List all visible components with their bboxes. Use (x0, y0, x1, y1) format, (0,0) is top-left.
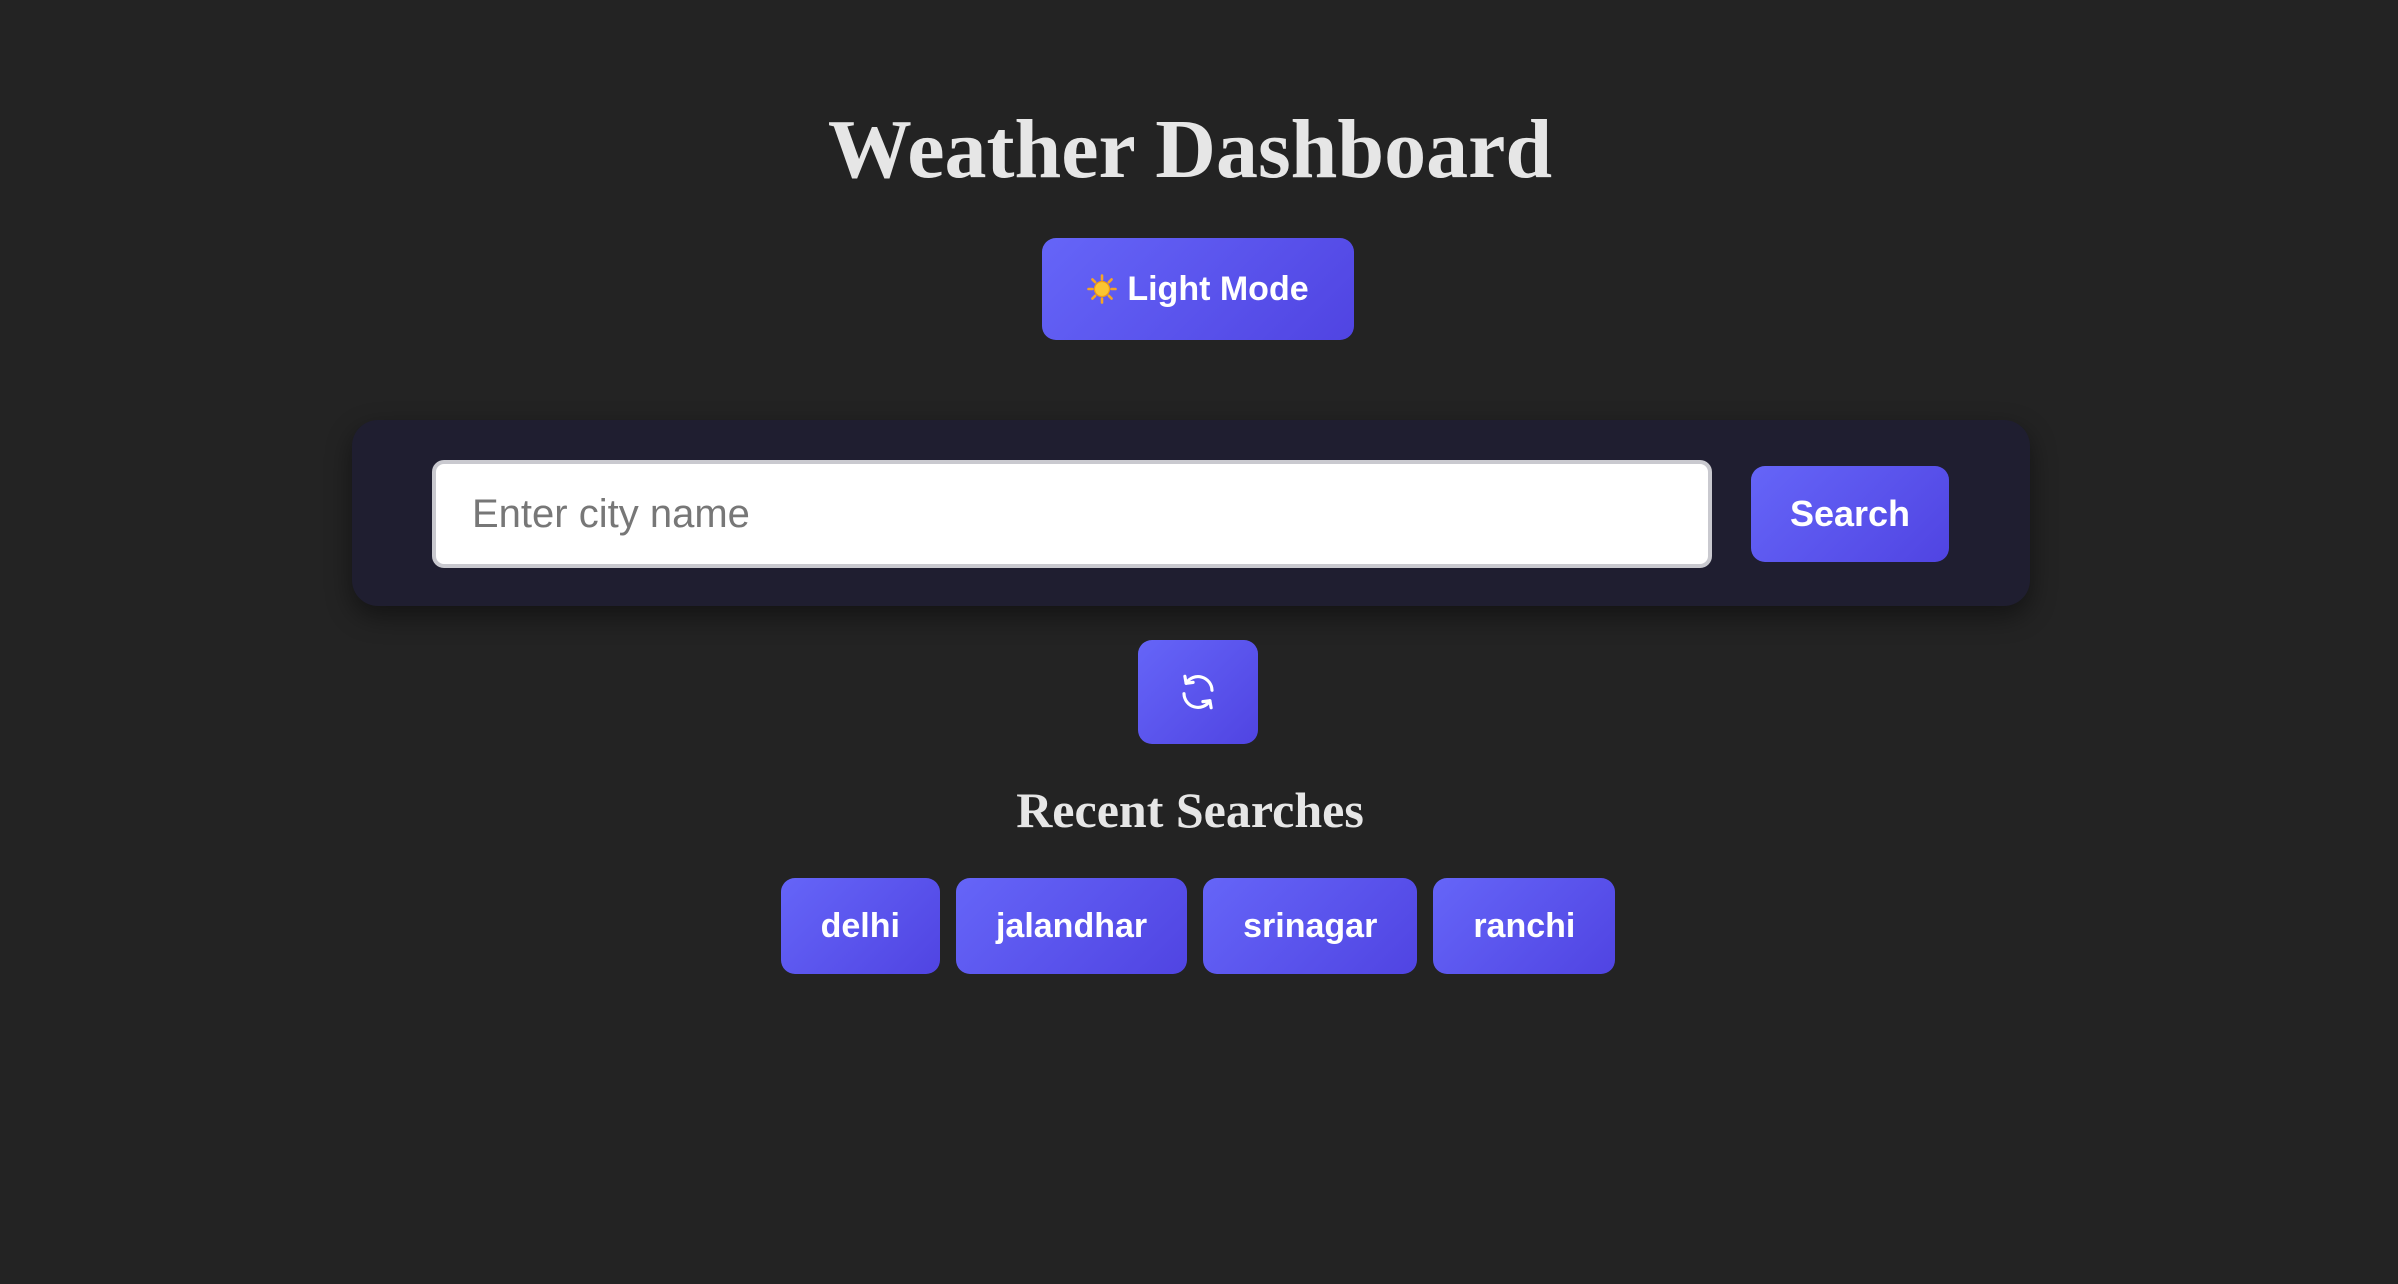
page-title: Weather Dashboard (827, 103, 1553, 196)
search-button[interactable]: Search (1751, 466, 1949, 562)
search-panel: Search (352, 420, 2030, 606)
theme-toggle-label: Light Mode (1127, 269, 1309, 308)
recent-search-ranchi[interactable]: ranchi (1433, 878, 1616, 974)
recent-searches-title: Recent Searches (1016, 782, 1364, 838)
sun-icon (1087, 274, 1118, 304)
refresh-button[interactable] (1138, 640, 1258, 744)
recent-search-srinagar[interactable]: srinagar (1203, 878, 1418, 974)
recent-searches-list: delhi jalandhar srinagar ranchi (0, 878, 2396, 974)
recent-search-delhi[interactable]: delhi (780, 878, 940, 974)
refresh-icon (1177, 671, 1219, 713)
theme-toggle-button[interactable]: Light Mode (1042, 238, 1354, 340)
city-search-input[interactable] (432, 460, 1712, 568)
recent-search-jalandhar[interactable]: jalandhar (955, 878, 1188, 974)
